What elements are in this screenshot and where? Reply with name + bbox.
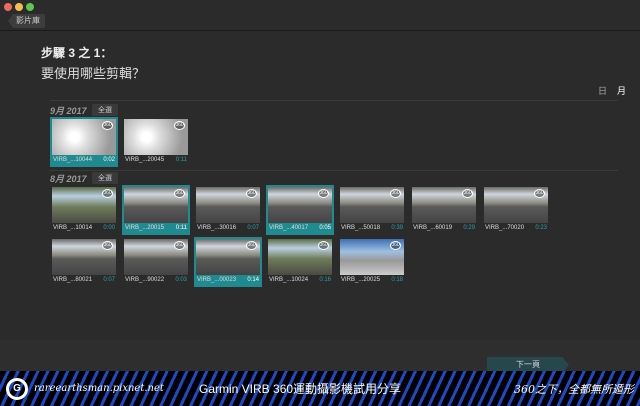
select-all-button[interactable]: 全選 xyxy=(92,104,118,116)
360-badge-icon: 360 xyxy=(174,241,185,250)
clip-thumbnail[interactable]: 360 VIRB_...20045 0:11 xyxy=(122,117,190,167)
clip-name: VIRB_...30016 xyxy=(197,225,237,231)
clip-duration: 0:05 xyxy=(319,225,331,231)
360-badge-icon: 360 xyxy=(390,241,401,250)
clip-thumbnail[interactable]: 360 VIRB_...60019 0:29 xyxy=(410,185,478,235)
clip-preview-image: 360 xyxy=(268,187,332,223)
view-toggle: 日月 xyxy=(588,84,626,97)
clip-duration: 0:16 xyxy=(319,277,331,283)
banner-slogan: 360之下，全都無所遁形 xyxy=(514,382,634,396)
group-date-label: 9月 2017 xyxy=(50,106,87,116)
banner-site: rareearthsman.pixnet.net xyxy=(34,383,164,394)
clip-thumbnail[interactable]: 360 VIRB_...70020 0:23 xyxy=(482,185,550,235)
title-bar: 影片庫 xyxy=(0,0,640,31)
site-logo-icon: G xyxy=(6,377,28,400)
clip-thumbnail[interactable]: 360 VIRB_...40017 0:05 xyxy=(266,185,334,235)
clip-preview-image: 360 xyxy=(340,239,404,275)
page-title: 要使用哪些剪輯？ xyxy=(41,66,146,81)
clip-name: VIRB_...60019 xyxy=(413,225,453,231)
clip-thumbnail[interactable]: 360 VIRB_...90022 0:03 xyxy=(122,237,190,287)
clip-name: VIRB_...80021 xyxy=(53,277,93,283)
clip-name: VIRB_...10014 xyxy=(53,225,93,231)
watermark-banner: G rareearthsman.pixnet.net Garmin VIRB 3… xyxy=(0,371,640,406)
view-day-button[interactable]: 日 xyxy=(598,86,607,96)
clip-preview-image: 360 xyxy=(340,187,404,223)
clip-name: VIRB_...10024 xyxy=(269,277,309,283)
360-badge-icon: 360 xyxy=(102,189,113,198)
banner-title: Garmin VIRB 360運動攝影機試用分享 xyxy=(199,382,402,396)
clip-thumbnail[interactable]: 360 VIRB_...10024 0:16 xyxy=(266,237,334,287)
clip-duration: 0:00 xyxy=(103,225,115,231)
group-date-label: 8月 2017 xyxy=(50,174,87,184)
view-month-button[interactable]: 月 xyxy=(617,86,626,96)
clip-duration: 0:11 xyxy=(175,225,187,231)
360-badge-icon: 360 xyxy=(390,189,401,198)
maximize-window-button[interactable] xyxy=(26,3,34,11)
360-badge-icon: 360 xyxy=(102,241,113,250)
clip-duration: 0:11 xyxy=(175,157,187,163)
clip-preview-image: 360 xyxy=(52,239,116,275)
clip-preview-image: 360 xyxy=(196,187,260,223)
clip-duration: 0:07 xyxy=(103,277,115,283)
clip-thumbnail[interactable]: 360 VIRB_...20015 0:11 xyxy=(122,185,190,235)
select-all-button[interactable]: 全選 xyxy=(92,172,118,184)
360-badge-icon: 360 xyxy=(174,121,185,130)
clip-name: VIRB_...70020 xyxy=(485,225,525,231)
clip-preview-image: 360 xyxy=(412,187,476,223)
clip-duration: 0:29 xyxy=(463,225,475,231)
360-badge-icon: 360 xyxy=(462,189,473,198)
360-badge-icon: 360 xyxy=(174,189,185,198)
clip-name: VIRB_...90022 xyxy=(125,277,165,283)
clip-name: VIRB_...00023 xyxy=(197,277,237,283)
minimize-window-button[interactable] xyxy=(15,3,23,11)
clip-preview-image: 360 xyxy=(124,187,188,223)
360-badge-icon: 360 xyxy=(318,241,329,250)
clip-name: VIRB_...10044 xyxy=(53,157,93,163)
clip-thumbnail[interactable]: 360 VIRB_...00023 0:14 xyxy=(194,237,262,287)
clip-duration: 0:14 xyxy=(247,277,259,283)
clip-preview-image: 360 xyxy=(52,119,116,155)
clip-thumbnail[interactable]: 360 VIRB_...10044 0:02 xyxy=(50,117,118,167)
close-window-button[interactable] xyxy=(4,3,12,11)
clip-preview-image: 360 xyxy=(52,187,116,223)
clip-name: VIRB_...50018 xyxy=(341,225,381,231)
step-indicator: 步驟 3 之 1： xyxy=(41,46,113,60)
clip-preview-image: 360 xyxy=(484,187,548,223)
clip-name: VIRB_...40017 xyxy=(269,225,309,231)
360-badge-icon: 360 xyxy=(246,241,257,250)
clip-duration: 0:03 xyxy=(175,277,187,283)
clip-preview-image: 360 xyxy=(196,239,260,275)
clip-duration: 0:07 xyxy=(247,225,259,231)
clip-duration: 0:02 xyxy=(103,157,115,163)
group-divider xyxy=(50,100,618,101)
clip-name: VIRB_...20045 xyxy=(125,157,165,163)
clip-thumbnail[interactable]: 360 VIRB_...10014 0:00 xyxy=(50,185,118,235)
clip-preview-image: 360 xyxy=(124,239,188,275)
clip-preview-image: 360 xyxy=(268,239,332,275)
group-divider xyxy=(50,170,618,171)
clip-name: VIRB_...20025 xyxy=(341,277,381,283)
clip-thumbnail[interactable]: 360 VIRB_...50018 0:39 xyxy=(338,185,406,235)
clip-thumbnail[interactable]: 360 VIRB_...80021 0:07 xyxy=(50,237,118,287)
360-badge-icon: 360 xyxy=(318,189,329,198)
clip-duration: 0:39 xyxy=(391,225,403,231)
clip-preview-image: 360 xyxy=(124,119,188,155)
360-badge-icon: 360 xyxy=(246,189,257,198)
360-badge-icon: 360 xyxy=(534,189,545,198)
clip-name: VIRB_...20015 xyxy=(125,225,165,231)
360-badge-icon: 360 xyxy=(102,121,113,130)
back-to-library-button[interactable]: 影片庫 xyxy=(8,14,45,28)
clip-duration: 0:23 xyxy=(535,225,547,231)
clip-thumbnail[interactable]: 360 VIRB_...20025 0:18 xyxy=(338,237,406,287)
clip-thumbnail[interactable]: 360 VIRB_...30016 0:07 xyxy=(194,185,262,235)
clip-duration: 0:18 xyxy=(391,277,403,283)
